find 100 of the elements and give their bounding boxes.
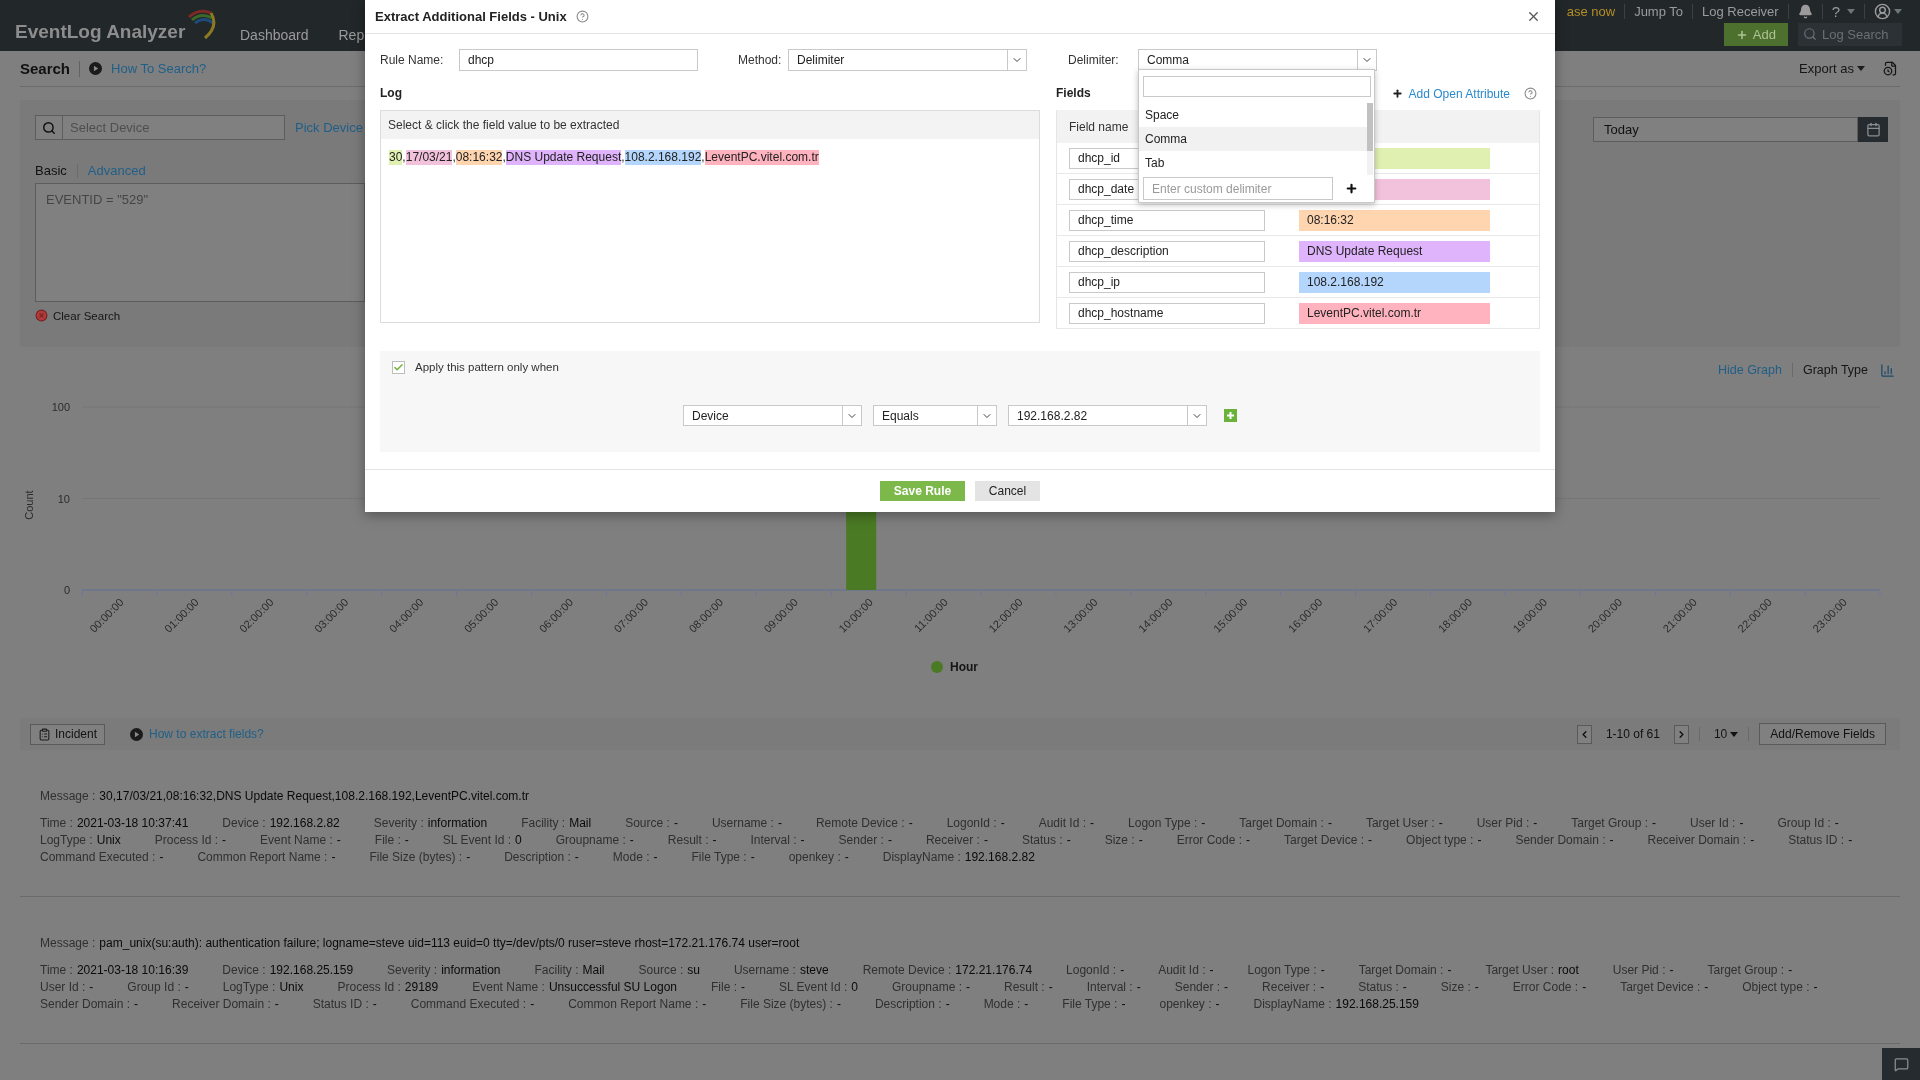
log-value[interactable]: LeventPC.vitel.com.tr (704, 150, 819, 165)
field-label: Target Domain : (1239, 815, 1324, 832)
file-clock-icon[interactable] (1883, 61, 1898, 76)
query-field[interactable]: EVENTID = "529" (35, 183, 365, 302)
plus-icon[interactable] (1391, 88, 1403, 99)
play-icon[interactable] (89, 62, 103, 75)
field-name-input[interactable]: dhcp_time (1069, 209, 1265, 231)
field-value: - (673, 815, 678, 832)
message-text: 30,17/03/21,08:16:32,DNS Update Request,108.2.168.192,LeventPC.vitel.com.tr (99, 788, 529, 805)
condition-field-select[interactable]: Device (683, 405, 862, 426)
query-tab[interactable]: Basic (35, 163, 67, 178)
bell-icon[interactable] (1797, 3, 1813, 19)
method-select[interactable]: Delimiter (788, 49, 1027, 71)
log-delimiter: , (452, 150, 456, 165)
header-link[interactable]: Jump To (1634, 3, 1684, 19)
checkbox[interactable] (392, 360, 405, 374)
field-value: - (1438, 815, 1443, 832)
field-value: - (1477, 832, 1482, 849)
caret-icon[interactable] (1847, 8, 1855, 14)
field-label: File Size (bytes) : (740, 996, 833, 1013)
date-range-field[interactable]: Today (1593, 117, 1858, 142)
log-value[interactable]: 08:16:32 (455, 150, 503, 165)
field-value: - (134, 996, 139, 1013)
field-value: 192.168.25.159 (269, 962, 354, 979)
field-value: 0 (515, 832, 522, 849)
field-value: - (1447, 962, 1452, 979)
field-name-input[interactable]: dhcp_description (1069, 240, 1265, 262)
field-name-input[interactable]: dhcp_hostname (1069, 302, 1265, 324)
calendar-icon (1865, 122, 1881, 137)
add-condition-icon[interactable] (1224, 409, 1237, 422)
cancel-button[interactable]: Cancel (975, 481, 1040, 501)
legend-dot-icon (931, 661, 943, 673)
field-label: Status ID : (312, 996, 369, 1013)
field-label: File Type : (691, 849, 747, 866)
chat-icon (1893, 1056, 1909, 1072)
add-remove-fields-button[interactable]: Add/Remove Fields (1759, 723, 1886, 745)
field-label: Event Name : (472, 979, 545, 996)
clear-search-link[interactable]: Clear Search (35, 309, 365, 322)
form-label: Method: (738, 53, 783, 67)
field-value: - (629, 832, 634, 849)
separator-select[interactable]: Comma (1138, 49, 1377, 71)
field-value: - (1024, 996, 1029, 1013)
log-value[interactable]: 108.2.168.192 (624, 150, 702, 165)
help-menu[interactable]: ? (1831, 2, 1840, 20)
field-label: Target Device : (1284, 832, 1365, 849)
field-value: - (1066, 832, 1071, 849)
field-value: 0 (851, 979, 858, 996)
purchase-link[interactable]: ase now (1566, 3, 1616, 19)
field-value: - (1121, 996, 1126, 1013)
field-value: - (1320, 962, 1325, 979)
chat-button[interactable] (1882, 1048, 1920, 1080)
field-label: User Pid : (1476, 815, 1530, 832)
nav-link[interactable]: Dashboard (240, 27, 309, 44)
field-label: Object type : (1406, 832, 1474, 849)
play-icon[interactable] (130, 727, 144, 741)
caret-icon[interactable] (1730, 731, 1739, 737)
log-value[interactable]: 17/03/21 (405, 150, 453, 165)
page-size-select[interactable]: 10 (1713, 727, 1728, 741)
log-search-field[interactable]: Log Search (1798, 23, 1902, 46)
help-icon[interactable] (575, 10, 589, 23)
field-label: Description : (504, 849, 571, 866)
field-label: Status ID : (1788, 832, 1845, 849)
dropdown-option[interactable]: Comma (1139, 127, 1367, 151)
log-delimiter: , (502, 150, 506, 165)
export-menu[interactable]: Export as (1799, 61, 1854, 76)
nav-link[interactable]: Rep (338, 27, 365, 44)
extracted-value: 108.2.168.192 (1299, 271, 1490, 293)
field-label: User Pid : (1612, 962, 1666, 979)
condition-value-select[interactable]: 192.168.2.82 (1008, 405, 1207, 426)
previous-page-button[interactable] (1576, 724, 1592, 744)
field-label: Target Domain : (1358, 962, 1444, 979)
field-value: - (653, 849, 658, 866)
user-icon[interactable] (1874, 2, 1891, 20)
field-label: Logon Type : (1247, 962, 1317, 979)
condition-operator-select[interactable]: Equals (873, 405, 997, 426)
add-button[interactable]: Add (1723, 23, 1788, 46)
field-name-input[interactable]: dhcp_ip (1069, 271, 1265, 293)
plus-icon[interactable] (1345, 182, 1358, 195)
help-icon[interactable] (1524, 87, 1537, 100)
field-value: - (887, 832, 892, 849)
caret-icon[interactable] (1894, 8, 1902, 14)
hint-text: Select & click the field value to be extracted (381, 111, 1039, 139)
page-range: 1-10 of 61 (1605, 727, 1660, 741)
log-value[interactable]: 30 (389, 150, 403, 165)
add-attribute-link[interactable]: Add Open Attribute (1408, 86, 1510, 101)
incident-button[interactable]: Incident (30, 723, 106, 745)
field-value: - (1848, 832, 1853, 849)
log-value[interactable]: DNS Update Request (505, 150, 622, 165)
graph-type-menu[interactable]: Graph Type (1802, 363, 1868, 377)
caret-icon[interactable] (1857, 66, 1865, 71)
next-page-button[interactable] (1673, 724, 1689, 744)
dropdown-search-field[interactable] (1143, 76, 1371, 97)
header-link[interactable]: Log Receiver (1702, 3, 1779, 19)
close-icon[interactable] (1526, 9, 1541, 24)
search-button[interactable] (35, 115, 62, 140)
calendar-button[interactable] (1858, 117, 1888, 142)
custom-delimiter-field[interactable]: Enter custom delimiter (1143, 177, 1333, 200)
scrollbar-thumb[interactable] (1367, 103, 1373, 151)
column-header: Field name (1069, 119, 1129, 134)
rule-name-input[interactable]: dhcp (459, 49, 698, 71)
